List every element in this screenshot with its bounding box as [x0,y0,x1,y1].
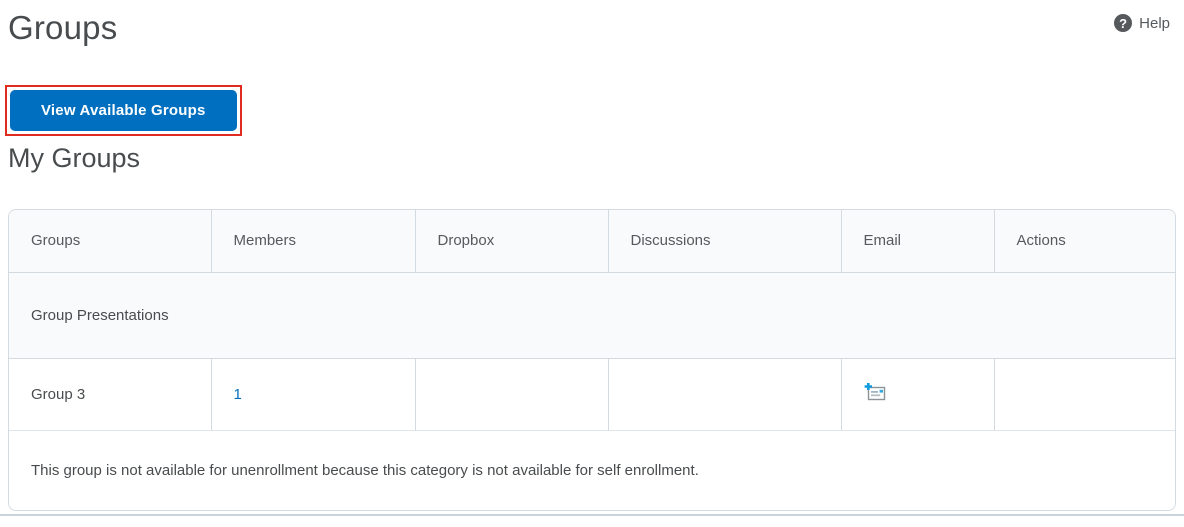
my-groups-table: Groups Members Dropbox Discussions Email… [8,209,1176,511]
actions-cell [994,358,1175,431]
email-cell [841,358,995,431]
table-header-row: Groups Members Dropbox Discussions Email… [9,210,1175,273]
group-name-cell: Group 3 [9,358,212,431]
members-count-cell: 1 [211,358,416,431]
category-label: Group Presentations [9,272,1175,359]
column-header-groups: Groups [9,210,212,273]
email-compose-icon [864,382,885,400]
note-row: This group is not available for unenroll… [9,430,1175,510]
discussions-cell [608,358,842,431]
members-count-link[interactable]: 1 [234,386,242,403]
groups-page: Groups ? Help View Available Groups My G… [0,0,1184,511]
email-group-button[interactable] [864,382,887,402]
column-header-dropbox: Dropbox [415,210,609,273]
column-header-discussions: Discussions [608,210,842,273]
view-available-groups-button[interactable]: View Available Groups [10,90,237,131]
category-row: Group Presentations [9,272,1175,359]
my-groups-heading: My Groups [8,143,141,173]
help-label: Help [1139,14,1170,32]
bottom-divider [0,514,1184,516]
annotation-red-box: View Available Groups [5,85,242,136]
help-link[interactable]: ? Help [1114,14,1170,32]
page-title: Groups [8,9,118,46]
dropbox-cell [415,358,609,431]
column-header-actions: Actions [994,210,1175,273]
group-row: Group 3 1 [9,358,1175,431]
help-question-circle-icon: ? [1114,14,1133,32]
column-header-email: Email [841,210,995,273]
unenrollment-note: This group is not available for unenroll… [9,430,1175,510]
column-header-members: Members [211,210,416,273]
page-header: Groups ? Help [8,0,1176,48]
